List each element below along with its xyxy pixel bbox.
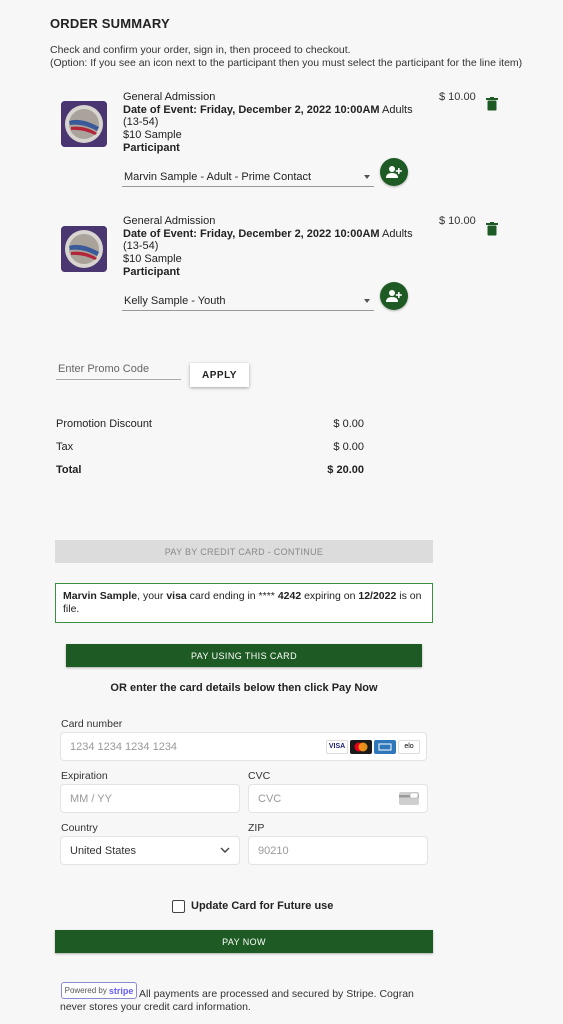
item-date: Date of Event: Friday, December 2, 2022 …	[123, 103, 380, 116]
participant-label: Participant	[123, 142, 180, 154]
item-date-row: Date of Event: Friday, December 2, 2022 …	[123, 104, 435, 129]
update-card-label: Update Card for Future use	[191, 900, 334, 912]
item-name: General Admission	[123, 91, 216, 103]
country-label: Country	[61, 822, 98, 834]
intro-text: Check and confirm your order, sign in, t…	[50, 44, 550, 70]
event-thumbnail	[61, 101, 107, 147]
intro-line-1: Check and confirm your order, sign in, t…	[50, 44, 351, 56]
card-expiry: 12/2022	[358, 590, 397, 602]
total-value: $ 20.00	[327, 464, 364, 476]
expiration-input[interactable]: MM / YY	[60, 784, 240, 813]
mastercard-icon	[350, 740, 372, 754]
tax-label: Tax	[56, 441, 74, 453]
amex-icon	[374, 740, 396, 754]
item-sample: $10 Sample	[123, 128, 182, 141]
card-number-input[interactable]: 1234 1234 1234 1234 VISA elo	[60, 732, 427, 761]
intro-line-2: (Option: If you see an icon next to the …	[50, 57, 523, 69]
country-select[interactable]: United States	[60, 836, 240, 865]
trash-icon[interactable]	[486, 222, 498, 236]
line-item-details: General Admission Date of Event: Friday,…	[123, 215, 435, 265]
tax-value: $ 0.00	[333, 441, 364, 453]
event-thumbnail	[61, 226, 107, 272]
add-participant-button[interactable]	[380, 282, 408, 310]
item-price: $ 10.00	[439, 91, 476, 103]
powered-by-stripe-badge[interactable]: Powered by stripe	[61, 982, 137, 999]
participant-select-value: Marvin Sample - Adult - Prime Contact	[124, 171, 312, 183]
item-sample: $10 Sample	[123, 252, 182, 265]
notice-text: card ending in ****	[186, 590, 278, 602]
stripe-logo: stripe	[108, 985, 134, 996]
add-user-icon	[386, 290, 402, 302]
cvc-placeholder: CVC	[258, 793, 282, 805]
pay-using-this-card-button[interactable]: PAY USING THIS CARD	[66, 644, 422, 667]
pay-by-credit-card-button[interactable]: PAY BY CREDIT CARD - CONTINUE	[55, 540, 433, 563]
update-card-checkbox[interactable]	[172, 900, 185, 913]
cardholder-name: Marvin Sample	[63, 590, 138, 602]
add-participant-button[interactable]	[380, 158, 408, 186]
card-number-placeholder: 1234 1234 1234 1234	[70, 741, 178, 753]
apply-promo-button[interactable]: APPLY	[190, 363, 249, 387]
item-date: Date of Event: Friday, December 2, 2022 …	[123, 227, 380, 240]
pay-now-button[interactable]: PAY NOW	[55, 930, 433, 953]
discount-label: Promotion Discount	[56, 418, 152, 430]
total-label: Total	[56, 464, 82, 476]
chevron-down-icon	[364, 175, 370, 179]
powered-by-text: Powered by	[64, 986, 107, 995]
item-price: $ 10.00	[439, 215, 476, 227]
participant-select[interactable]: Marvin Sample - Adult - Prime Contact	[122, 165, 374, 187]
participant-select-value: Kelly Sample - Youth	[124, 295, 226, 307]
cvc-card-icon	[399, 792, 419, 808]
item-date-row: Date of Event: Friday, December 2, 2022 …	[123, 228, 435, 253]
page-title: ORDER SUMMARY	[50, 16, 170, 31]
participant-select[interactable]: Kelly Sample - Youth	[122, 289, 374, 311]
elo-icon: elo	[398, 740, 420, 754]
card-brand: visa	[166, 590, 187, 602]
trash-icon[interactable]	[486, 97, 498, 111]
notice-text: expiring on	[301, 590, 359, 602]
chevron-down-icon	[364, 299, 370, 303]
discount-value: $ 0.00	[333, 418, 364, 430]
chevron-down-icon	[220, 845, 230, 858]
cvc-label: CVC	[248, 770, 271, 782]
visa-icon: VISA	[326, 740, 348, 754]
participant-label: Participant	[123, 266, 180, 278]
card-brands: VISA elo	[324, 740, 420, 754]
card-last4: 4242	[277, 590, 302, 602]
country-value: United States	[70, 845, 137, 857]
add-user-icon	[386, 166, 402, 178]
expiration-label: Expiration	[61, 770, 108, 782]
card-number-label: Card number	[61, 718, 123, 730]
card-on-file-notice: Marvin Sample, your visa card ending in …	[55, 583, 433, 623]
or-instructions: OR enter the card details below then cli…	[110, 682, 378, 694]
item-name: General Admission	[123, 215, 216, 227]
promo-code-input[interactable]: Enter Promo Code	[56, 357, 181, 380]
zip-label: ZIP	[248, 822, 265, 834]
line-item-details: General Admission Date of Event: Friday,…	[123, 91, 435, 141]
zip-input[interactable]: 90210	[248, 836, 428, 865]
cvc-input[interactable]: CVC	[248, 784, 428, 813]
notice-text: , your	[137, 590, 167, 602]
